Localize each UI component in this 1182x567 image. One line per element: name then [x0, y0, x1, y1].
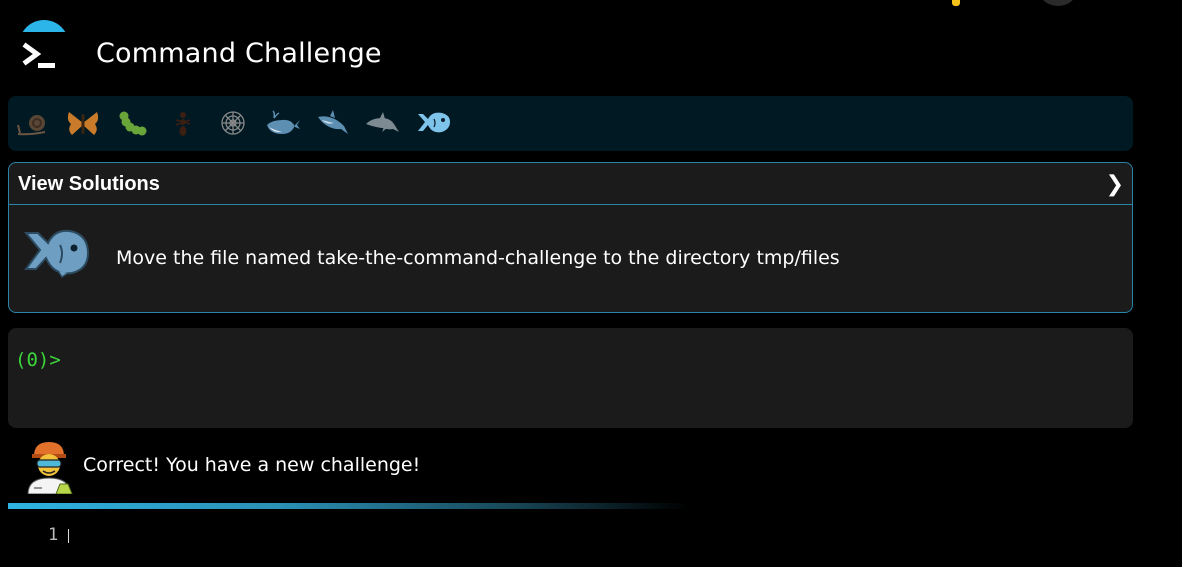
- level-spider-web[interactable]: [214, 104, 252, 142]
- level-caterpillar[interactable]: [114, 104, 152, 142]
- corner-badge: [952, 0, 960, 6]
- terminal-prompt: (0)>: [15, 349, 61, 371]
- challenge-panel: View Solutions ❯ Move the file named tak…: [8, 162, 1133, 313]
- level-dolphin[interactable]: [364, 104, 402, 142]
- fish-icon: [418, 112, 450, 133]
- feedback-message: Correct! You have a new challenge!: [8, 434, 708, 494]
- logo[interactable]: [17, 20, 71, 76]
- level-butterfly[interactable]: [64, 104, 102, 142]
- terminal-input[interactable]: (0)>: [8, 328, 1133, 428]
- text-cursor[interactable]: [68, 529, 69, 543]
- line-number: 1: [48, 525, 59, 545]
- view-solutions-label: View Solutions: [18, 173, 160, 195]
- level-bar: [8, 96, 1133, 151]
- caterpillar-icon: [119, 111, 147, 136]
- snail-icon: [17, 115, 45, 136]
- terminal-prompt-icon: [22, 42, 55, 68]
- ant-icon: [175, 112, 191, 136]
- scientist-avatar-icon: [27, 442, 73, 494]
- whale-icon: [267, 110, 300, 134]
- fish-icon: [23, 229, 90, 279]
- shark-icon: [318, 110, 348, 134]
- page-title: Command Challenge: [96, 38, 382, 69]
- level-shark[interactable]: [314, 104, 352, 142]
- butterfly-icon: [67, 112, 99, 135]
- chevron-right-icon: ❯: [1105, 172, 1124, 197]
- level-ant[interactable]: [164, 104, 202, 142]
- level-whale[interactable]: [264, 104, 302, 142]
- progress-bar: [8, 503, 688, 509]
- header: Command Challenge: [0, 0, 1182, 92]
- dolphin-icon: [366, 112, 399, 132]
- view-solutions-toggle[interactable]: View Solutions ❯: [9, 163, 1132, 205]
- challenge-description: Move the file named take-the-command-cha…: [116, 247, 840, 269]
- spider-web-icon: [221, 111, 245, 135]
- user-avatar[interactable]: [1040, 0, 1076, 6]
- level-snail[interactable]: [14, 104, 52, 142]
- level-fish[interactable]: [414, 104, 452, 142]
- feedback-text: Correct! You have a new challenge!: [83, 454, 421, 476]
